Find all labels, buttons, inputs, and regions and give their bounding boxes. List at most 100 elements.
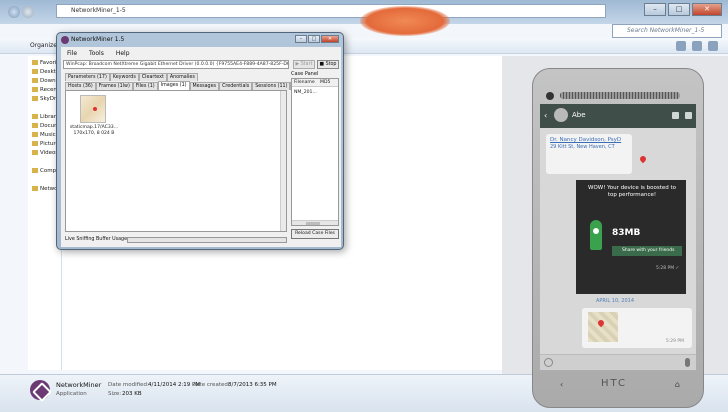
tab-anomalies[interactable]: Anomalies: [166, 73, 198, 81]
address-bar[interactable]: NetworkMiner_1-5: [56, 4, 606, 18]
menu-icon[interactable]: [685, 112, 692, 119]
tab-row-2: Hosts (36) Frames (1lw) Files (1) Images…: [65, 81, 307, 90]
attach-icon[interactable]: [672, 112, 679, 119]
nav-item-recent[interactable]: Recent: [32, 87, 59, 93]
message-input-row[interactable]: [540, 354, 696, 370]
case-panel-header: Filename MD5: [292, 79, 338, 87]
details-file-type: Application: [56, 391, 87, 397]
folder-icon: [32, 69, 38, 74]
minimize-icon[interactable]: –: [295, 35, 307, 43]
networkminer-body: File Tools Help WinPcap: Broadcom NetXtr…: [61, 47, 341, 247]
phone-brand-logo: HTC: [601, 378, 628, 389]
tab-cleartext[interactable]: Cleartext: [138, 73, 167, 81]
buffer-usage-label: Live Sniffing Buffer Usage:: [65, 237, 129, 242]
networkminer-app-icon: [30, 380, 50, 400]
details-modified-label: Date modified:: [108, 382, 149, 388]
image-thumbnail[interactable]: [80, 95, 106, 123]
menu-help[interactable]: Help: [114, 49, 132, 58]
adapter-select[interactable]: WinPcap: Broadcom NetXtreme Gigabit Ethe…: [63, 60, 289, 69]
search-input[interactable]: Search NetworkMiner_1-5: [612, 24, 722, 38]
tab-files[interactable]: Files (1): [132, 82, 158, 90]
networkminer-window: NetworkMiner 1.5 – □ ✕ File Tools Help W…: [56, 32, 344, 250]
minimize-icon[interactable]: –: [644, 3, 666, 16]
details-created-value: 8/7/2013 6:35 PM: [228, 382, 277, 388]
ad-overlay[interactable]: WOW! Your device is boosted to top perfo…: [576, 180, 686, 294]
nav-item-music[interactable]: Music: [32, 132, 56, 138]
image-info: 170x170, 8 024 B: [73, 131, 115, 136]
stop-button[interactable]: ■ Stop: [317, 60, 339, 69]
horizontal-scrollbar[interactable]: [292, 220, 338, 225]
folder-icon: [32, 78, 38, 83]
case-panel: Filename MD5 NM_201...: [291, 78, 339, 226]
tab-frames[interactable]: Frames (1lw): [95, 82, 133, 90]
reload-case-files-button[interactable]: Reload Case Files: [291, 229, 339, 239]
map-pin-icon: [638, 154, 648, 164]
close-icon[interactable]: ✕: [692, 3, 722, 16]
window-title: NetworkMiner 1.5: [71, 36, 125, 43]
details-file-name: NetworkMiner: [56, 381, 102, 389]
rocket-icon: [590, 220, 602, 250]
phone-home-button[interactable]: ⌂: [675, 380, 680, 394]
share-button[interactable]: Share with your friends: [612, 246, 682, 256]
view-options-icon[interactable]: [676, 41, 686, 51]
folder-icon: [32, 123, 38, 128]
menu-file[interactable]: File: [65, 49, 79, 58]
computer-icon: [32, 168, 38, 173]
tab-images[interactable]: Images (1): [157, 81, 190, 90]
tab-row-1: Parameters (17) Keywords Cleartext Anoma…: [65, 73, 198, 81]
buffer-usage-bar: [127, 237, 287, 243]
microphone-icon[interactable]: [685, 358, 690, 367]
details-created-label: Date created:: [192, 382, 230, 388]
tab-hosts[interactable]: Hosts (36): [65, 82, 96, 90]
tab-sessions[interactable]: Sessions (11): [252, 82, 291, 90]
chat-header: ‹ Abe: [540, 104, 696, 128]
front-camera-icon: [546, 92, 554, 100]
tab-messages[interactable]: Messages: [189, 82, 220, 90]
cloud-icon: [32, 96, 38, 101]
maximize-icon[interactable]: □: [308, 35, 320, 43]
speaker-grille: [560, 92, 680, 99]
network-icon: [32, 186, 38, 191]
vertical-scrollbar[interactable]: [280, 91, 286, 231]
close-icon[interactable]: ✕: [321, 35, 339, 43]
details-size-value: 203 KB: [122, 391, 142, 397]
picture-icon: [32, 141, 38, 146]
tab-keywords[interactable]: Keywords: [109, 73, 139, 81]
music-icon: [32, 132, 38, 137]
forward-icon[interactable]: [22, 6, 34, 18]
tab-credentials[interactable]: Credentials: [219, 82, 253, 90]
map-thumbnail-message[interactable]: 5:29 PM: [582, 308, 692, 348]
menu-tools[interactable]: Tools: [87, 49, 106, 58]
chat-contact-name: Abe: [572, 111, 586, 119]
image-caption: staticmap.17/AC33... 170x170, 8 024 B: [68, 125, 120, 137]
orange-blob-decoration: [360, 6, 450, 36]
column-filename[interactable]: Filename: [294, 79, 315, 87]
case-panel-title: Case Panel: [291, 71, 319, 77]
help-icon[interactable]: [708, 41, 718, 51]
case-file-row[interactable]: NM_201...: [294, 90, 317, 95]
start-button[interactable]: ▶ Start: [293, 60, 315, 69]
folder-icon: [32, 87, 38, 92]
video-icon: [32, 150, 38, 155]
library-icon: [32, 114, 38, 119]
back-icon[interactable]: [8, 6, 20, 18]
nav-item-videos[interactable]: Videos: [32, 150, 58, 156]
location-message[interactable]: Dr. Nancy Davidson, PsyD 29 Kitt St, New…: [546, 134, 632, 174]
star-icon: [32, 60, 38, 65]
networkminer-app-icon: [61, 36, 69, 44]
emoji-icon[interactable]: [544, 358, 553, 367]
maximize-icon[interactable]: □: [668, 3, 690, 16]
message-timestamp: 5:29 PM: [665, 339, 684, 344]
location-title[interactable]: Dr. Nancy Davidson, PsyD: [550, 137, 621, 143]
window-controls: – □ ✕: [295, 35, 339, 43]
phone-back-button[interactable]: ‹: [560, 380, 563, 394]
column-md5[interactable]: MD5: [320, 79, 330, 87]
details-size-label: Size:: [108, 391, 122, 397]
menu-bar: File Tools Help: [65, 49, 132, 58]
tab-parameters[interactable]: Parameters (17): [65, 73, 110, 81]
images-panel: staticmap.17/AC33... 170x170, 8 024 B: [65, 90, 287, 232]
ad-headline: WOW! Your device is boosted to top perfo…: [588, 185, 676, 198]
back-arrow-icon[interactable]: ‹: [544, 111, 547, 120]
ad-value: 83MB: [612, 228, 641, 238]
preview-pane-icon[interactable]: [692, 41, 702, 51]
